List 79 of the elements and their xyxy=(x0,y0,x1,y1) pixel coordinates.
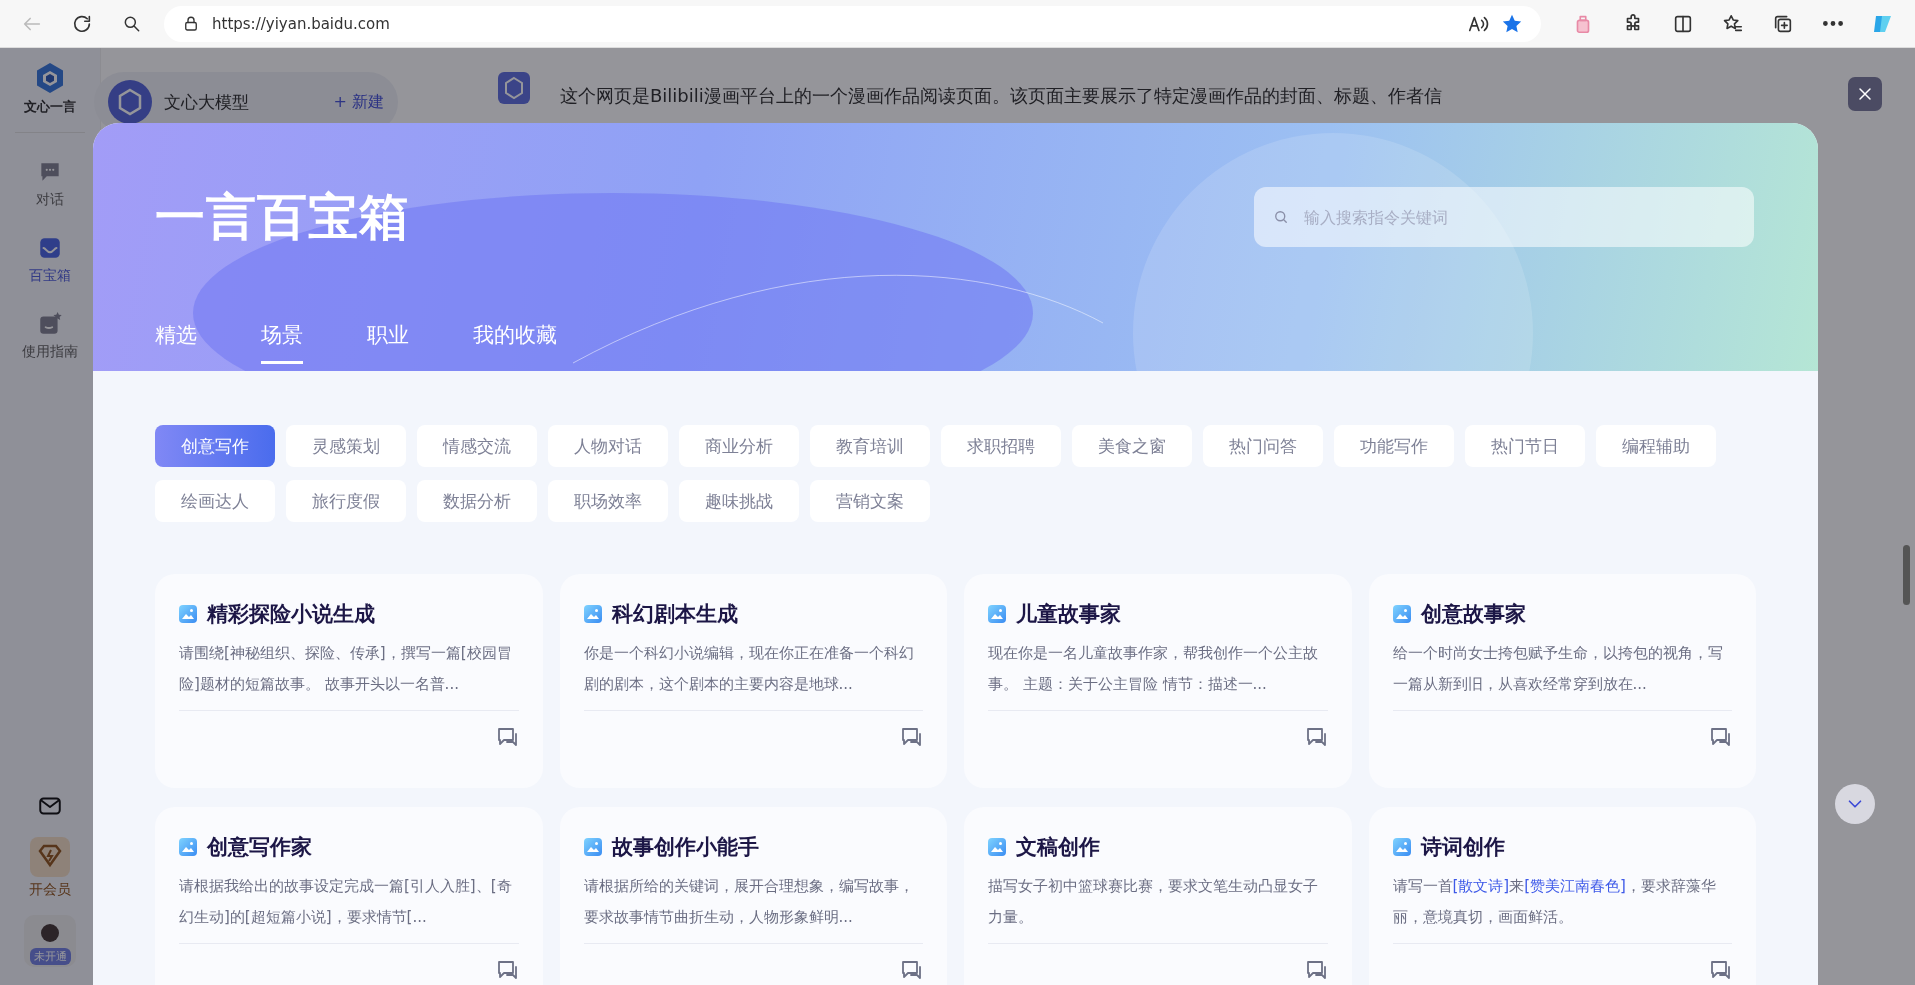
scene-tag[interactable]: 旅行度假 xyxy=(286,480,406,522)
chat-button[interactable] xyxy=(1708,725,1732,749)
chat-button[interactable] xyxy=(899,958,923,982)
assistant-message: 这个网页是Bilibili漫画平台上的一个漫画作品阅读页面。该页面主要展示了特定漫画作品的封面、标题、作者信 xyxy=(560,84,1442,108)
prompt-card[interactable]: 创意故事家 给一个时尚女士挎包赋予生命，以挎包的视角，写一篇从新到旧，从喜欢经常穿到放在... xyxy=(1368,574,1756,788)
search-icon xyxy=(1272,208,1290,226)
new-chat-button[interactable]: + 新建 xyxy=(333,91,384,113)
chat-button[interactable] xyxy=(899,725,923,749)
hexagon-logo-icon xyxy=(108,80,152,124)
scene-tag[interactable]: 商业分析 xyxy=(679,425,799,467)
scrollbar-thumb[interactable] xyxy=(1903,545,1910,605)
image-icon xyxy=(1392,605,1411,623)
user-avatar[interactable]: 未开通 xyxy=(24,915,76,967)
image-icon xyxy=(179,838,197,856)
category-tab[interactable]: 职业 xyxy=(367,321,409,364)
prompt-card[interactable]: 文稿创作 描写女子初中篮球赛比赛，要求文笔生动凸显女子力量。 xyxy=(964,807,1352,985)
sidebar-item[interactable]: 百宝箱 xyxy=(29,235,71,285)
card-description: 请写一首[散文诗]来[赞美江南春色]，要求辞藻华丽，意境真切，画面鲜活。 xyxy=(1392,876,1717,928)
card-description: 请根据所给的关键词，展开合理想象，编写故事，要求故事情节曲折生动，人物形象鲜明... xyxy=(583,876,915,928)
scene-tag[interactable]: 绘画达人 xyxy=(155,480,275,522)
scene-tag[interactable]: 求职招聘 xyxy=(941,425,1061,467)
scene-tag[interactable]: 热门问答 xyxy=(1203,425,1323,467)
scene-tag[interactable]: 热门节日 xyxy=(1465,425,1585,467)
dialog-title: 一言百宝箱 xyxy=(155,186,410,248)
card-description: 给一个时尚女士挎包赋予生命，以挎包的视角，写一篇从新到旧，从喜欢经常穿到放在... xyxy=(1392,643,1724,695)
category-tab[interactable]: 精选 xyxy=(155,321,197,364)
address-bar[interactable]: https://yiyan.baidu.com xyxy=(164,5,1541,42)
scene-tag[interactable]: 教育培训 xyxy=(810,425,930,467)
card-title: 科幻剧本生成 xyxy=(611,601,738,628)
chat-icon xyxy=(899,958,923,982)
prompt-card[interactable]: 科幻剧本生成 你是一个科幻小说编辑，现在你正在准备一个科幻剧的剧本，这个剧本的主要内容是地球... xyxy=(559,574,947,788)
scene-tag[interactable]: 情感交流 xyxy=(417,425,537,467)
image-icon xyxy=(988,838,1006,856)
lock-icon xyxy=(182,14,200,33)
sidebar-item[interactable]: 使用指南 xyxy=(22,311,78,361)
image-icon xyxy=(988,605,1006,623)
prompt-card[interactable]: 故事创作小能手 请根据所给的关键词，展开合理想象，编写故事，要求故事情节曲折生动，人物形象鲜明... xyxy=(559,807,947,985)
more-icon xyxy=(1823,21,1843,26)
card-title: 创意故事家 xyxy=(1420,601,1526,628)
chat-icon xyxy=(1708,958,1732,982)
chat-button[interactable] xyxy=(1708,958,1732,982)
category-tab[interactable]: 场景 xyxy=(261,321,303,364)
scene-tag[interactable]: 人物对话 xyxy=(548,425,668,467)
image-icon xyxy=(583,605,602,623)
category-tab[interactable]: 我的收藏 xyxy=(473,321,557,364)
prompt-card[interactable]: 创意写作家 请根据我给出的故事设定完成一篇[引人入胜]、[奇幻生动]的[超短篇小说]，要求情节[... xyxy=(155,807,543,985)
scene-tag[interactable]: 趣味挑战 xyxy=(679,480,799,522)
card-description: 请围绕[神秘组织、探险、传承]，撰写一篇[校园冒险]题材的短篇故事。 故事开头以一名普... xyxy=(179,643,513,695)
image-icon xyxy=(179,605,197,623)
card-title: 文稿创作 xyxy=(1016,834,1100,861)
chat-icon xyxy=(899,725,923,749)
card-description: 现在你是一名儿童故事作家，帮我创作一个公主故事。 主题：关于公主冒险 情节：描述一... xyxy=(988,643,1319,695)
prompt-card[interactable]: 儿童故事家 现在你是一名儿童故事作家，帮我创作一个公主故事。 主题：关于公主冒险 情节：描述一... xyxy=(964,574,1352,788)
image-icon xyxy=(583,838,602,856)
scene-tag[interactable]: 数据分析 xyxy=(417,480,537,522)
app-logo[interactable]: 文心一言 xyxy=(15,62,85,133)
card-title: 创意写作家 xyxy=(207,834,312,861)
close-button[interactable] xyxy=(1848,77,1882,111)
card-title: 诗词创作 xyxy=(1420,834,1505,861)
scene-tag[interactable]: 职场效率 xyxy=(548,480,668,522)
scene-tag[interactable]: 创意写作 xyxy=(155,425,275,467)
sidebar-item[interactable]: 对话 xyxy=(36,159,64,209)
scene-tag[interactable]: 灵感策划 xyxy=(286,425,406,467)
search-field[interactable]: 输入搜索指令关键词 xyxy=(1254,187,1754,247)
scene-tag[interactable]: 营销文案 xyxy=(810,480,930,522)
card-title: 故事创作小能手 xyxy=(611,834,759,861)
scene-tag[interactable]: 美食之窗 xyxy=(1072,425,1192,467)
card-title: 精彩探险小说生成 xyxy=(207,601,375,628)
image-icon xyxy=(1392,838,1411,856)
card-description: 请根据我给出的故事设定完成一篇[引人入胜]、[奇幻生动]的[超短篇小说]，要求情节[... xyxy=(179,876,513,928)
card-title: 儿童故事家 xyxy=(1016,601,1121,628)
bot-avatar-icon xyxy=(498,72,530,104)
scene-tag[interactable]: 编程辅助 xyxy=(1596,425,1716,467)
card-description: 描写女子初中篮球赛比赛，要求文笔生动凸显女子力量。 xyxy=(988,876,1319,928)
prompt-card[interactable]: 诗词创作 请写一首[散文诗]来[赞美江南春色]，要求辞藻华丽，意境真切，画面鲜活。 xyxy=(1368,807,1756,985)
chat-icon xyxy=(1708,725,1732,749)
scene-tag[interactable]: 功能写作 xyxy=(1334,425,1454,467)
prompt-card[interactable]: 精彩探险小说生成 请围绕[神秘组织、探险、传承]，撰写一篇[校园冒险]题材的短篇故事。 故事开头以一名普... xyxy=(155,574,543,788)
card-description: 你是一个科幻小说编辑，现在你正在准备一个科幻剧的剧本，这个剧本的主要内容是地球... xyxy=(583,643,915,695)
